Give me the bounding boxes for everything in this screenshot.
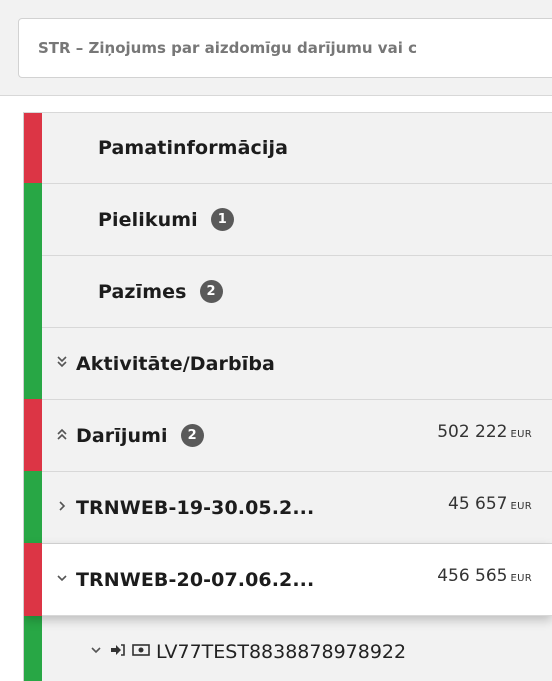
- amount-total: 502 222 EUR: [437, 422, 532, 442]
- nav-item-label: Pielikumi: [98, 208, 198, 231]
- chevron-down-icon: [90, 643, 108, 661]
- count-badge: 1: [210, 208, 234, 231]
- nav-item-trnweb-20[interactable]: TRNWEB-20-07.06.2... 456 565 EUR: [24, 543, 552, 616]
- status-indicator-green: [24, 471, 42, 544]
- money-bill-icon: [132, 642, 150, 661]
- nav-item-label: TRNWEB-20-07.06.2...: [76, 568, 315, 591]
- chevron-down-icon: [56, 571, 74, 589]
- count-badge: 2: [199, 280, 223, 303]
- sidebar-nav: Pamatinformācija Pielikumi 1 Pazīmes 2 A…: [23, 112, 552, 681]
- currency-label: EUR: [510, 429, 532, 440]
- status-indicator-red: [24, 543, 42, 616]
- chevron-double-up-icon: [56, 427, 74, 445]
- status-indicator-red: [24, 399, 42, 472]
- amount-value: 456 565: [437, 566, 508, 586]
- top-bar: STR – Ziņojums par aizdomīgu darījumu va…: [0, 0, 552, 96]
- nav-item-darijumi[interactable]: Darījumi 2 502 222 EUR: [24, 399, 552, 472]
- amount-value: 502 222: [437, 422, 508, 442]
- nav-item-label: Pamatinformācija: [98, 137, 288, 159]
- currency-label: EUR: [510, 573, 532, 584]
- nav-item-label: TRNWEB-19-30.05.2...: [76, 496, 315, 519]
- chevron-double-down-icon: [56, 355, 74, 373]
- status-indicator-green: [24, 255, 42, 328]
- transaction-amount: 45 657 EUR: [448, 494, 532, 514]
- account-number: LV77TEST8838878978922: [156, 640, 407, 663]
- nav-item-pazimes[interactable]: Pazīmes 2: [24, 255, 552, 328]
- nav-item-label: Pazīmes: [98, 280, 187, 303]
- nav-item-account[interactable]: LV77TEST8838878978922: [24, 615, 552, 681]
- chevron-right-icon: [56, 499, 74, 517]
- nav-item-aktivitate[interactable]: Aktivitāte/Darbība: [24, 327, 552, 400]
- nav-item-pielikumi[interactable]: Pielikumi 1: [24, 183, 552, 256]
- nav-item-label: Darījumi: [76, 424, 168, 447]
- count-badge: 2: [180, 424, 204, 447]
- nav-item-pamatinformacija[interactable]: Pamatinformācija: [24, 113, 552, 184]
- report-type-tab[interactable]: STR – Ziņojums par aizdomīgu darījumu va…: [18, 18, 552, 78]
- status-indicator-red: [24, 113, 42, 184]
- sign-in-arrow-icon: [110, 642, 126, 661]
- status-indicator-green: [24, 615, 42, 681]
- nav-item-trnweb-19[interactable]: TRNWEB-19-30.05.2... 45 657 EUR: [24, 471, 552, 544]
- status-indicator-green: [24, 327, 42, 400]
- amount-value: 45 657: [448, 494, 508, 514]
- status-indicator-green: [24, 183, 42, 256]
- transaction-amount: 456 565 EUR: [437, 566, 532, 586]
- currency-label: EUR: [510, 501, 532, 512]
- nav-item-label: Aktivitāte/Darbība: [76, 352, 275, 375]
